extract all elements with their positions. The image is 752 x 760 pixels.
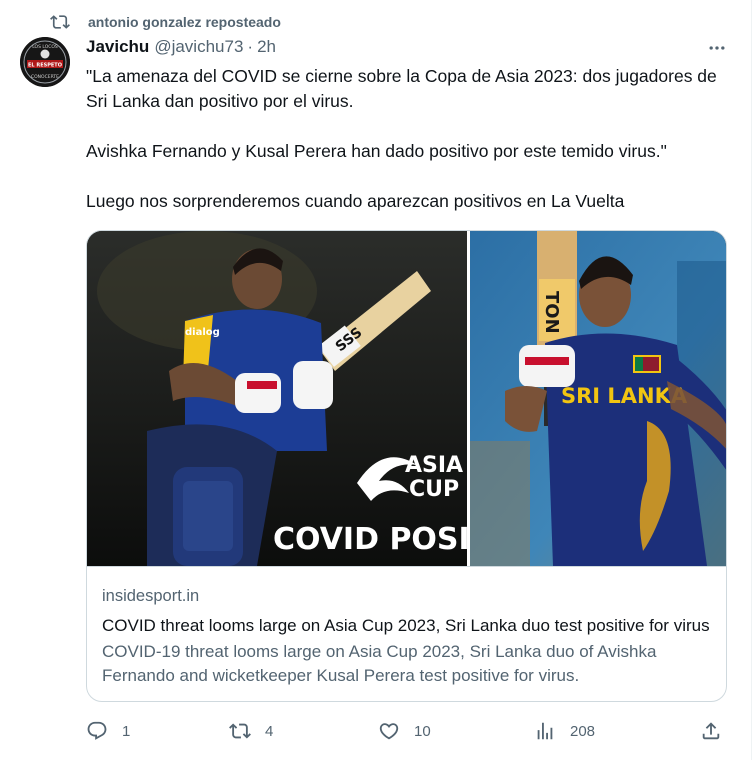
link-card[interactable]: SSS dialog ASIA CUP COVID POSITIVE TON S… <box>86 230 727 702</box>
avatar[interactable]: LOS LOCOS EL RESPETO CONOCERTE <box>20 37 70 87</box>
tweet-paragraph: Avishka Fernando y Kusal Perera han dado… <box>86 141 667 161</box>
author-handle[interactable]: @javichu73 <box>154 37 243 57</box>
separator-dot: · <box>247 37 254 56</box>
share-icon <box>702 722 720 740</box>
avatar-bottom-text: CONOCERTE <box>31 74 59 80</box>
tweet-actions: 1 4 10 208 <box>86 714 726 748</box>
avatar-middle-text: EL RESPETO <box>28 63 62 69</box>
repost-button[interactable]: 4 <box>229 714 273 748</box>
card-image-art: SSS dialog ASIA CUP COVID POSITIVE TON S… <box>87 231 726 566</box>
more-options-button[interactable] <box>700 36 734 60</box>
card-image[interactable]: SSS dialog ASIA CUP COVID POSITIVE TON S… <box>87 231 726 566</box>
tweet-header: Javichu @javichu73 · 2h <box>86 37 276 57</box>
asia-cup-logo-line1: ASIA <box>405 453 463 478</box>
views-button[interactable]: 208 <box>534 714 595 748</box>
heart-icon <box>379 723 399 740</box>
card-meta[interactable]: insidesport.in COVID threat looms large … <box>87 566 726 701</box>
repost-icon <box>50 15 70 29</box>
repost-indicator: antonio gonzalez reposteado <box>50 10 281 34</box>
views-count: 208 <box>570 722 596 740</box>
repost-action-icon <box>229 723 251 739</box>
card-description: COVID-19 threat looms large on Asia Cup … <box>102 642 657 685</box>
card-title: COVID threat looms large on Asia Cup 202… <box>102 616 710 635</box>
author-name[interactable]: Javichu <box>86 37 149 57</box>
tweet-time[interactable]: 2h <box>257 37 276 57</box>
left-sponsor-label: dialog <box>185 327 220 338</box>
repost-label[interactable]: antonio gonzalez reposteado <box>88 14 281 30</box>
reply-count: 1 <box>122 722 131 740</box>
avatar-logo: LOS LOCOS EL RESPETO CONOCERTE <box>20 37 70 87</box>
tweet-article[interactable]: antonio gonzalez reposteado LOS LOCOS EL… <box>0 0 752 760</box>
card-domain: insidesport.in <box>102 587 200 605</box>
reply-button[interactable]: 1 <box>86 714 130 748</box>
tweet-text: "La amenaza del COVID se cierne sobre la… <box>86 64 736 214</box>
tweet-paragraph: "La amenaza del COVID se cierne sobre la… <box>86 66 717 111</box>
reply-icon <box>87 721 107 740</box>
avatar-top-text: LOS LOCOS <box>32 44 58 50</box>
right-bat-label: TON <box>541 291 562 334</box>
like-button[interactable]: 10 <box>378 714 431 748</box>
asia-cup-logo-line2: CUP <box>409 477 459 502</box>
more-icon <box>709 46 725 50</box>
views-chart-icon <box>537 722 553 740</box>
share-button[interactable] <box>700 714 722 748</box>
tweet-paragraph: Luego nos sorprenderemos cuando aparezca… <box>86 191 625 211</box>
like-count: 10 <box>414 722 431 740</box>
repost-count: 4 <box>265 722 274 740</box>
